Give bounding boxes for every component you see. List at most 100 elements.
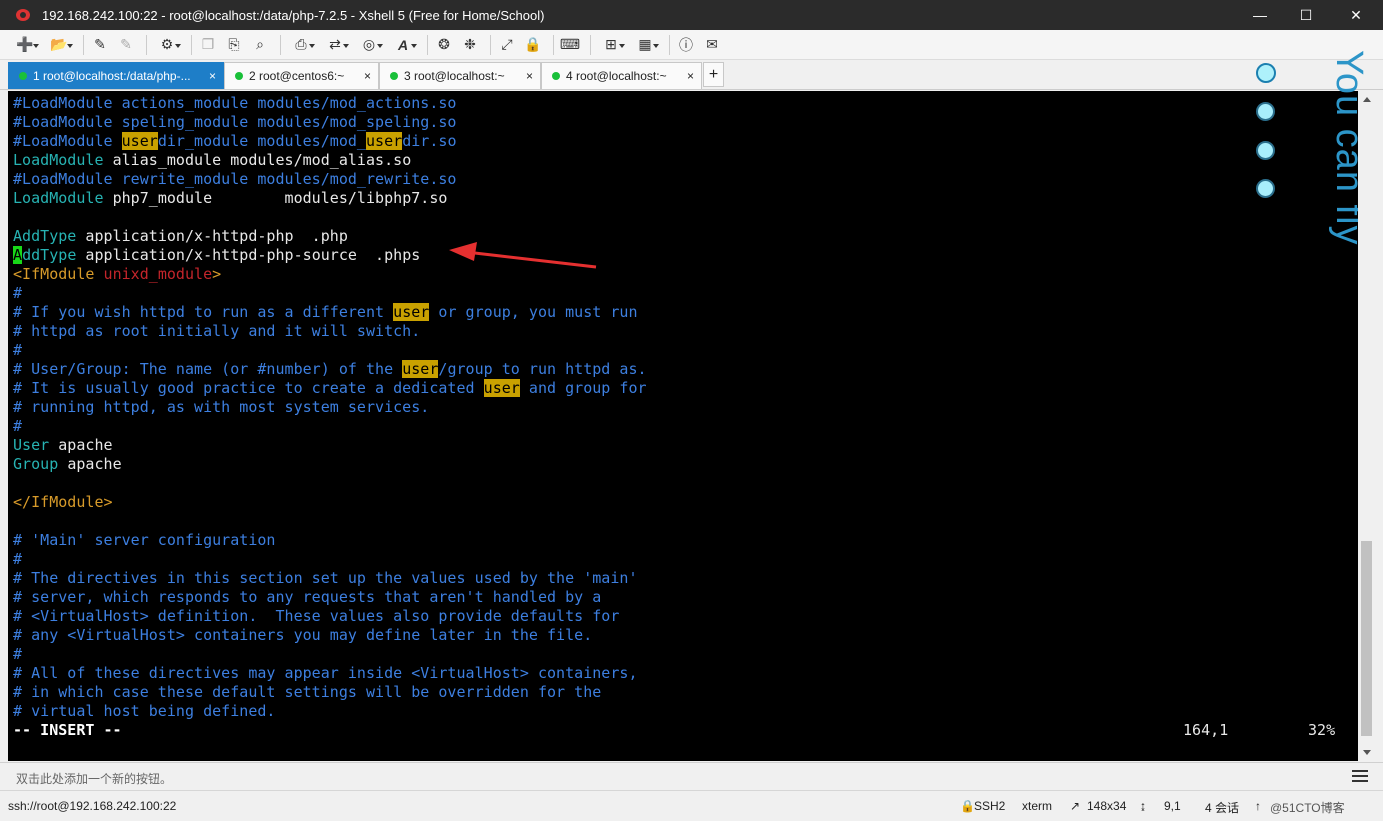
toolbar-divider (280, 34, 281, 55)
terminal-screen[interactable]: #LoadModule actions_module modules/mod_a… (8, 91, 1358, 761)
terminal-text: # httpd as root initially and it will sw… (13, 322, 421, 340)
terminal-line: # running httpd, as with most system ser… (13, 398, 429, 417)
terminal-line: User apache (13, 436, 113, 455)
font-icon[interactable]: A (388, 35, 418, 55)
tab-session-2[interactable]: 2 root@centos6:~ × (224, 62, 379, 89)
terminal-text: # If you wish httpd to run as a differen… (13, 303, 394, 321)
new-session-icon[interactable]: ➕ (10, 35, 40, 55)
terminal-keyword: User (13, 436, 50, 454)
toolbar-divider (191, 34, 192, 55)
connected-status-icon (552, 72, 560, 80)
lock-icon[interactable]: 🔒 (522, 35, 544, 55)
watermark-text: @51CTO博客 (1270, 801, 1345, 815)
new-tab-icon[interactable]: ⊞ (596, 35, 626, 55)
status-bar: ssh://root@192.168.242.100:22 🔒 SSH2 xte… (0, 790, 1383, 821)
vim-scroll-percent: 32% (1308, 721, 1336, 739)
properties-icon[interactable]: ⚙ (152, 35, 182, 55)
lock-icon: 🔒 (960, 799, 975, 813)
maximize-button[interactable]: ☐ (1283, 0, 1329, 30)
close-tab-icon[interactable]: × (209, 69, 216, 83)
terminal-line: # (13, 341, 22, 360)
terminal-line: # (13, 417, 22, 436)
connected-status-icon (235, 72, 243, 80)
terminal-text: and group for (519, 379, 647, 397)
xshell-window: 192.168.242.100:22 - root@localhost:/dat… (0, 0, 1383, 821)
decor-bubble-icon (1256, 63, 1276, 83)
terminal-text: # User/Group: The name (or #number) of t… (13, 360, 403, 378)
arrow-head (449, 242, 477, 261)
tab-session-3[interactable]: 3 root@localhost:~ × (379, 62, 541, 89)
toolbar-divider (490, 34, 491, 55)
quick-command-placeholder[interactable]: 双击此处添加一个新的按钮。 (16, 770, 172, 787)
reconnect-icon[interactable]: ✎ (89, 35, 111, 55)
chat-icon[interactable]: ✉ (701, 35, 723, 55)
title-bar: 192.168.242.100:22 - root@localhost:/dat… (0, 0, 1383, 30)
arrow-up-icon[interactable]: ↑ (1255, 799, 1261, 813)
close-window-button[interactable]: ✕ (1329, 0, 1383, 30)
fullscreen-icon[interactable]: ⤢ (496, 35, 518, 55)
close-tab-icon[interactable]: × (687, 69, 694, 83)
connection-address: ssh://root@192.168.242.100:22 (8, 799, 177, 813)
terminal-text: # (13, 341, 23, 359)
globe-icon[interactable]: ◎ (354, 35, 384, 55)
terminal-text: # The directives in this section set up … (13, 569, 638, 587)
terminal-text: # any <VirtualHost> containers you may d… (13, 626, 593, 644)
decor-bubble-icon (1256, 102, 1275, 121)
print-icon[interactable]: ⎙ (286, 35, 316, 55)
connected-status-icon (390, 72, 398, 80)
find-icon[interactable]: ⌕ (249, 35, 271, 55)
close-tab-icon[interactable]: × (526, 69, 533, 83)
terminal-line: # httpd as root initially and it will sw… (13, 322, 420, 341)
menu-icon[interactable] (1352, 767, 1368, 785)
disconnect-icon[interactable]: ✎ (115, 35, 137, 55)
window-title: 192.168.242.100:22 - root@localhost:/dat… (42, 7, 545, 23)
help-icon[interactable]: ⓘ (675, 35, 697, 55)
scroll-thumb[interactable] (1361, 541, 1372, 736)
tab-session-4[interactable]: 4 root@localhost:~ × (541, 62, 702, 89)
terminal-size: 148x34 (1087, 799, 1127, 813)
vim-mode-indicator: -- INSERT -- (13, 721, 122, 739)
tab-label: 1 root@localhost:/data/php-... (33, 69, 191, 83)
xagent-icon[interactable]: ❉ (459, 35, 481, 55)
tab-label: 2 root@centos6:~ (249, 69, 345, 83)
terminal-text: # It is usually good practice to create … (13, 379, 484, 397)
terminal-text: # 'Main' server configuration (13, 531, 276, 549)
paste-icon[interactable]: ⎘ (223, 35, 245, 55)
toolbar-divider (83, 34, 84, 55)
quick-command-bar[interactable]: 双击此处添加一个新的按钮。 (0, 762, 1383, 790)
arrow-shaft (465, 250, 597, 269)
terminal-text: # (13, 645, 23, 663)
layout-icon[interactable]: ▦ (630, 35, 660, 55)
xshell-logo-icon (16, 8, 34, 22)
xftp-icon[interactable]: ❂ (433, 35, 455, 55)
tab-session-1[interactable]: 1 root@localhost:/data/php-... × (8, 62, 224, 89)
transfer-icon[interactable]: ⇄ (320, 35, 350, 55)
minimize-button[interactable]: — (1237, 0, 1283, 30)
decor-bubble-icon (1256, 141, 1275, 160)
toolbar-divider (669, 34, 670, 55)
scroll-down-icon[interactable] (1358, 744, 1375, 761)
terminal-line: Group apache (13, 455, 122, 474)
terminal-line: </IfModule> (13, 493, 113, 512)
toolbar-divider (553, 34, 554, 55)
vim-cursor-position: 164,1 (1183, 721, 1229, 739)
terminal-line: # virtual host being defined. (13, 702, 275, 721)
tab-label: 4 root@localhost:~ (566, 69, 667, 83)
terminal-line: # (13, 645, 22, 664)
scroll-up-icon[interactable] (1358, 91, 1375, 108)
toolbar-divider (427, 34, 428, 55)
copy-icon[interactable]: ❐ (197, 35, 219, 55)
cursor-position: 9,1 (1164, 799, 1181, 813)
open-folder-icon[interactable]: 📂 (44, 35, 74, 55)
terminal-text: or group, you must run (429, 303, 638, 321)
keyboard-icon[interactable]: ⌨ (559, 35, 581, 55)
add-tab-button[interactable]: + (703, 62, 724, 87)
terminal-text: /group to run httpd as. (438, 360, 647, 378)
tab-label: 3 root@localhost:~ (404, 69, 505, 83)
close-tab-icon[interactable]: × (364, 69, 371, 83)
terminal-line: # All of these directives may appear ins… (13, 664, 638, 683)
session-count: 4 会话 (1205, 801, 1240, 815)
terminal-text: # All of these directives may appear ins… (13, 664, 638, 682)
terminal-scrollbar[interactable] (1358, 91, 1375, 761)
terminal-line: # The directives in this section set up … (13, 569, 638, 588)
